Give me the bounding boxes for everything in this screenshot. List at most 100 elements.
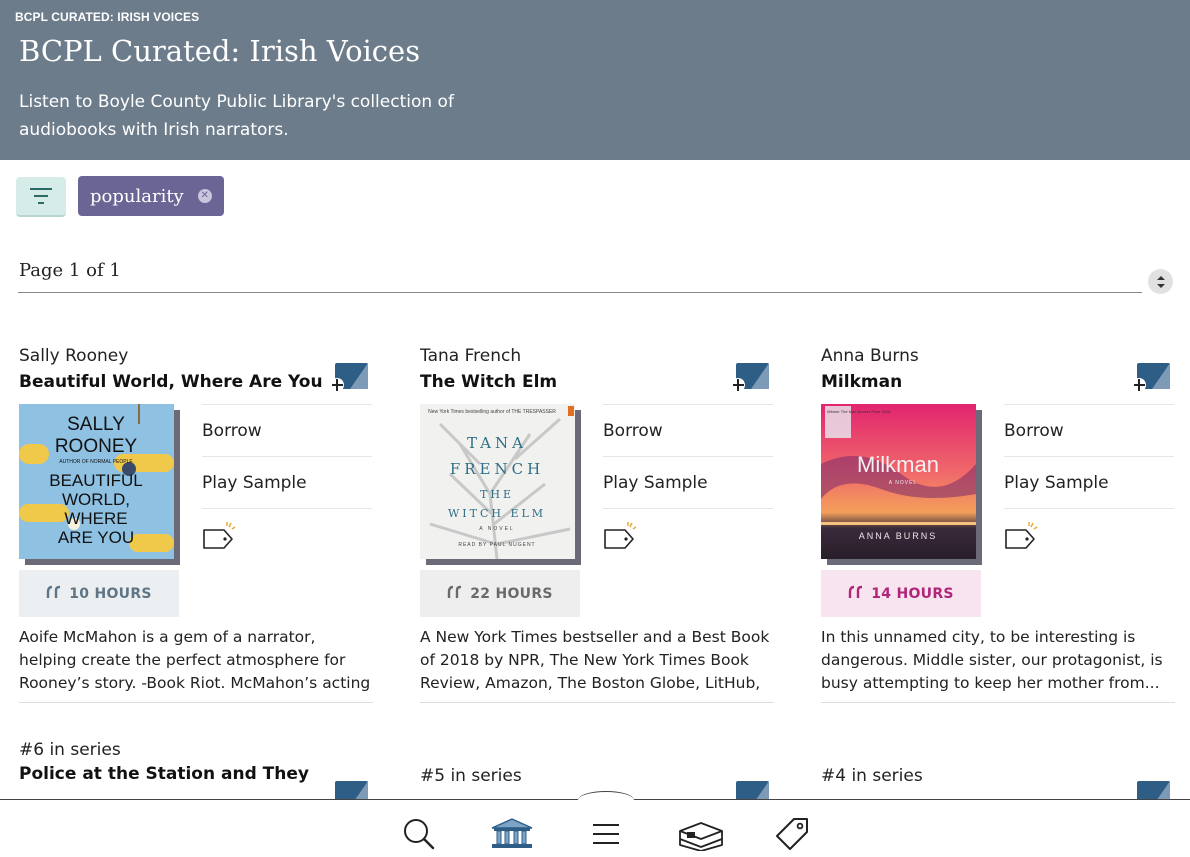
cover-text: SALLY — [67, 414, 125, 435]
cover-text: WITCH ELM — [448, 507, 546, 520]
cover-text: ARE YOU — [58, 528, 134, 547]
book-cover[interactable]: SALLY ROONEY AUTHOR OF NORMAL PEOPLE BEA… — [19, 404, 174, 559]
page-description: Listen to Boyle County Public Library's … — [19, 92, 454, 140]
book-card: Anna Burns Milkman Winner The Man Booker… — [821, 346, 1175, 704]
add-to-list-button[interactable] — [1132, 362, 1172, 392]
page-divider — [18, 292, 1142, 293]
borrow-button[interactable]: Borrow — [603, 404, 773, 456]
cover-text: THE — [480, 488, 514, 501]
cover-text: Winner The Man Booker Prize 2018 — [827, 409, 891, 414]
book-actions: Borrow Play Sample — [1004, 404, 1174, 560]
tag-button[interactable] — [1004, 508, 1174, 560]
book-blurb: In this unnamed city, to be interesting … — [821, 628, 1163, 692]
headphones-icon — [447, 585, 463, 603]
page-title: BCPL Curated: Irish Voices — [19, 34, 421, 68]
tag-icon — [604, 521, 637, 549]
cover-text: A NOVEL — [889, 480, 917, 486]
series-label: #4 in series — [821, 766, 923, 786]
add-to-list-button[interactable] — [1134, 780, 1172, 800]
tag-icon — [203, 521, 236, 549]
cover-text: TANA — [467, 434, 527, 452]
add-to-list-button[interactable] — [731, 362, 771, 392]
book-title[interactable]: Police at the Station and They — [19, 764, 373, 784]
duration-text: 14 HOURS — [871, 585, 954, 602]
borrow-button[interactable]: Borrow — [1004, 404, 1174, 456]
tag-icon — [1005, 521, 1038, 549]
tag-button[interactable] — [202, 508, 372, 560]
nav-tags[interactable] — [772, 814, 812, 854]
filter-button[interactable] — [16, 177, 66, 217]
menu-icon — [593, 824, 619, 844]
book-blurb: A New York Times bestseller and a Best B… — [420, 628, 770, 692]
book-cover[interactable]: Winner The Man Booker Prize 2018 Milkman… — [821, 404, 976, 559]
card-divider — [821, 702, 1175, 703]
nav-library[interactable] — [488, 814, 536, 854]
add-to-list-icon — [1132, 363, 1170, 392]
duration-badge: 14 HOURS — [821, 570, 981, 617]
cover-text: Milkman — [857, 452, 939, 477]
add-to-list-button[interactable] — [332, 780, 370, 800]
cover-text: READ BY PAUL NUGENT — [458, 542, 535, 548]
breadcrumb: BCPL CURATED: IRISH VOICES — [15, 10, 200, 24]
series-label: #5 in series — [420, 766, 522, 786]
add-to-list-icon — [1137, 781, 1170, 800]
cover-text: WORLD, — [62, 490, 130, 509]
series-label: #6 in series — [19, 740, 121, 760]
shelf-icon — [679, 822, 723, 851]
book-card: Tana French The Witch Elm New York Times… — [420, 346, 774, 704]
book-card: Sally Rooney Beautiful World, Where Are … — [19, 346, 373, 704]
duration-badge: 10 HOURS — [19, 570, 179, 617]
play-sample-button[interactable]: Play Sample — [603, 456, 773, 508]
cover-text: A NOVEL — [479, 526, 514, 532]
add-to-list-icon — [736, 781, 769, 800]
play-sample-button[interactable]: Play Sample — [1004, 456, 1174, 508]
book-title[interactable]: Beautiful World, Where Are You — [19, 372, 323, 392]
sort-chip[interactable]: popularity ✕ — [78, 176, 224, 216]
page-select-button[interactable] — [1148, 269, 1173, 294]
nav-search[interactable] — [399, 814, 439, 854]
tag-button[interactable] — [603, 508, 773, 560]
cover-text: WHERE — [64, 509, 127, 528]
cover-text: FRENCH — [450, 460, 544, 478]
nav-indicator — [578, 791, 634, 809]
sort-chip-label: popularity — [90, 185, 184, 207]
play-sample-button[interactable]: Play Sample — [202, 456, 372, 508]
book-title[interactable]: The Witch Elm — [420, 372, 557, 392]
nav-menu[interactable] — [586, 814, 626, 854]
cover-text: ROONEY — [55, 436, 138, 457]
search-icon — [404, 819, 435, 850]
book-cover[interactable]: New York Times bestselling author of THE… — [420, 404, 575, 559]
cover-text: New York Times bestselling author of THE… — [428, 409, 556, 415]
add-to-list-icon — [731, 363, 769, 392]
duration-text: 10 HOURS — [69, 585, 152, 602]
page-indicator: Page 1 of 1 — [19, 260, 121, 281]
up-down-icon — [1156, 275, 1165, 288]
headphones-icon — [46, 585, 62, 603]
cover-text: AUTHOR OF NORMAL PEOPLE — [59, 459, 133, 465]
library-icon — [491, 818, 533, 848]
tags-icon — [776, 818, 808, 850]
book-blurb: Aoife McMahon is a gem of a narrator, he… — [19, 628, 371, 692]
duration-badge: 22 HOURS — [420, 570, 580, 617]
add-to-list-icon — [330, 363, 368, 392]
filter-icon — [30, 188, 52, 204]
add-to-list-icon — [335, 781, 368, 800]
add-to-list-button[interactable] — [330, 362, 370, 392]
cover-text: ANNA BURNS — [859, 531, 938, 541]
book-card: #6 in series Police at the Station and T… — [19, 740, 373, 800]
remove-chip-icon[interactable]: ✕ — [197, 189, 212, 203]
book-author[interactable]: Tana French — [420, 346, 521, 366]
duration-text: 22 HOURS — [470, 585, 553, 602]
book-author[interactable]: Sally Rooney — [19, 346, 128, 366]
add-to-list-button[interactable] — [733, 780, 771, 800]
page-header: BCPL CURATED: IRISH VOICES BCPL Curated:… — [0, 0, 1190, 160]
card-divider — [19, 702, 373, 703]
card-divider — [420, 702, 774, 703]
book-title[interactable]: Milkman — [821, 372, 902, 392]
nav-shelf[interactable] — [676, 814, 726, 854]
headphones-icon — [848, 585, 864, 603]
book-actions: Borrow Play Sample — [603, 404, 773, 560]
book-author[interactable]: Anna Burns — [821, 346, 919, 366]
borrow-button[interactable]: Borrow — [202, 404, 372, 456]
cover-text: BEAUTIFUL — [49, 471, 143, 490]
